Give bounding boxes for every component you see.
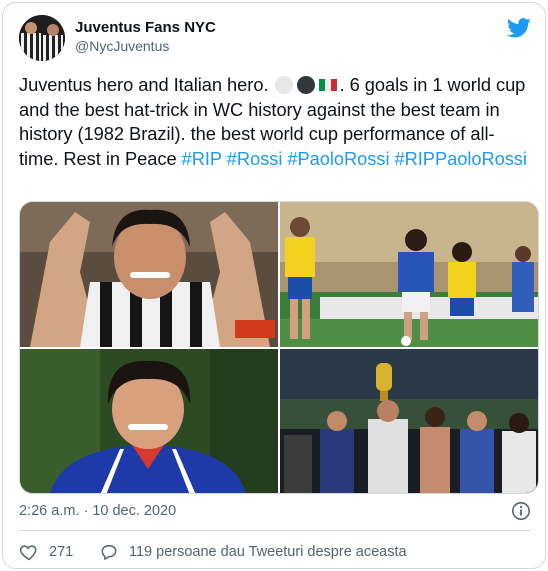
- author-avatar[interactable]: [19, 15, 65, 61]
- player-portrait-photo[interactable]: [20, 349, 278, 493]
- divider: [19, 530, 531, 531]
- twitter-bird-icon[interactable]: [507, 17, 531, 39]
- white-circle-icon: [274, 76, 293, 94]
- quote-tweets-link[interactable]: 119 persoane dau Tweeturi despre aceasta: [99, 540, 407, 564]
- heart-icon: [19, 545, 37, 561]
- info-icon[interactable]: [511, 501, 531, 521]
- like-button[interactable]: 271: [19, 540, 73, 564]
- author-block: Juventus Fans NYC @NycJuventus: [75, 18, 216, 56]
- tweet-text-intro: Juventus hero and Italian hero.: [19, 74, 269, 95]
- reply-bubble-icon: [101, 545, 117, 560]
- author-handle[interactable]: @NycJuventus: [75, 37, 216, 56]
- hashtag-rippaolorossi[interactable]: #RIPPaoloRossi: [395, 148, 527, 169]
- tweet-header: Juventus Fans NYC @NycJuventus: [19, 15, 531, 61]
- world-cup-trophy-celebration-photo[interactable]: [280, 349, 538, 493]
- like-count: 271: [49, 544, 74, 560]
- player-arms-raised-photo[interactable]: [20, 202, 278, 347]
- hashtag-rossi[interactable]: #Rossi: [227, 148, 283, 169]
- hashtag-rip[interactable]: #RIP: [182, 148, 222, 169]
- tweet-meta: 2:26 a.m. · 10 dec. 2020: [19, 500, 531, 522]
- author-name[interactable]: Juventus Fans NYC: [75, 18, 216, 37]
- tweet-timestamp[interactable]: 2:26 a.m. · 10 dec. 2020: [19, 503, 176, 519]
- media-grid: [19, 201, 539, 494]
- tweet-actions: 271 119 persoane dau Tweeturi despre ace…: [19, 540, 531, 564]
- tweet-card[interactable]: Juventus Fans NYC @NycJuventus Juventus …: [2, 2, 546, 569]
- italy-vs-brazil-match-photo[interactable]: [280, 202, 538, 347]
- quote-tweets-text: 119 persoane dau Tweeturi despre aceasta: [129, 544, 407, 560]
- italy-flag-icon: [318, 79, 337, 91]
- tweet-text: Juventus hero and Italian hero. . 6 goal…: [19, 73, 531, 171]
- black-circle-icon: [296, 76, 315, 94]
- hashtag-paolorossi[interactable]: #PaoloRossi: [287, 148, 389, 169]
